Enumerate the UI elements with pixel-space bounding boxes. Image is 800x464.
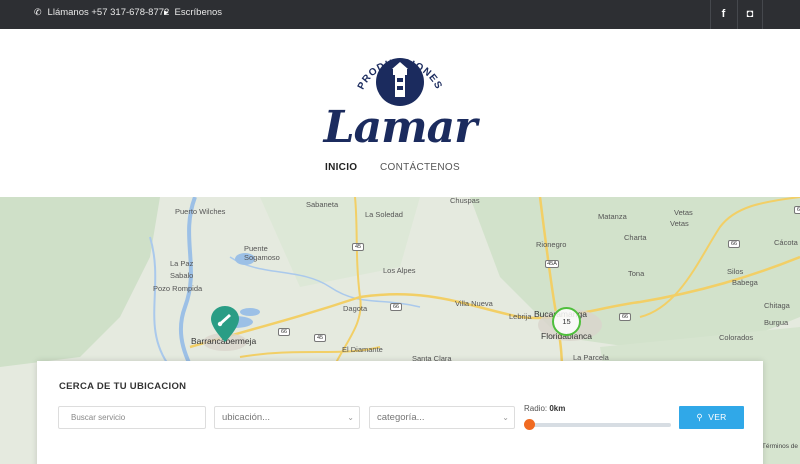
road-shield: 66 — [390, 303, 402, 311]
nearby-search-panel: CERCA DE TU UBICACION Buscar servicio ub… — [37, 361, 763, 464]
radius-label-text: Radio: — [524, 404, 548, 413]
map-label: Burgua — [764, 318, 789, 327]
nav-inicio[interactable]: INICIO — [325, 162, 357, 173]
instagram-icon[interactable]: ◘ — [737, 0, 763, 29]
road-shield: 66 — [794, 206, 800, 214]
map-label: Los Alpes — [383, 266, 416, 275]
map-label: Lebrija — [509, 312, 532, 321]
facebook-icon[interactable]: f — [710, 0, 736, 29]
map-label: La Soledad — [365, 210, 403, 219]
radius-value: 0km — [549, 404, 566, 413]
caret-right-icon: ▸ — [164, 7, 169, 17]
write-us-text: Escríbenos — [174, 7, 223, 18]
map-label: Colorados — [719, 333, 754, 342]
map-label: Sabaneta — [306, 200, 339, 209]
phone-link[interactable]: ✆ Llámanos +57 317-678-8772 — [34, 7, 169, 18]
map-label: La Paz — [170, 259, 194, 268]
map-label: Charta — [624, 233, 647, 242]
map-label: Matanza — [598, 212, 627, 221]
search-input[interactable]: Buscar servicio — [58, 406, 206, 429]
chevron-down-icon: ⌄ — [502, 413, 509, 422]
map-cluster-marker[interactable]: 15 — [552, 307, 581, 336]
category-select-value: categoría... — [377, 412, 425, 423]
radius-slider-track[interactable] — [525, 423, 671, 427]
map-label: El Diamante — [342, 345, 383, 354]
location-select-value: ubicación... — [222, 412, 271, 423]
road-shield: 66 — [278, 328, 290, 336]
map-label: Puerto Wilches — [175, 207, 226, 216]
road-shield: 66 — [619, 313, 631, 321]
road-shield: 45 — [352, 243, 364, 251]
ver-button[interactable]: ⚲ VER — [679, 406, 744, 429]
ver-button-label: VER — [708, 412, 727, 422]
map-label: Villa Nueva — [455, 299, 493, 308]
map-label: Vetas — [674, 208, 693, 217]
map-label: Chuspas — [450, 197, 480, 205]
chevron-down-icon: ⌄ — [347, 413, 354, 422]
map-label: Tona — [628, 269, 645, 278]
site-header: PRODUCCIONES Lamar INICIO CONTÁCTENOS — [0, 29, 800, 197]
nav-contactenos[interactable]: CONTÁCTENOS — [380, 162, 460, 173]
category-select[interactable]: categoría... ⌄ — [369, 406, 515, 429]
logo[interactable]: PRODUCCIONES Lamar — [320, 47, 480, 153]
location-select[interactable]: ubicación... ⌄ — [214, 406, 360, 429]
map-pin-icon[interactable] — [211, 306, 239, 342]
map-label: Dagota — [343, 304, 368, 313]
radius-label: Radio: 0km — [524, 404, 565, 413]
panel-title: CERCA DE TU UBICACION — [59, 381, 187, 392]
road-shield: 45 — [314, 334, 326, 342]
map-label: Rionegro — [536, 240, 567, 249]
map-label: Silos — [727, 267, 744, 276]
map-label: Cácota — [774, 238, 798, 247]
map-label: Vetas — [670, 219, 689, 228]
logo-lamar-text: Lamar — [323, 102, 478, 153]
road-shield: 66 — [728, 240, 740, 248]
map-label: Pozo Rompida — [153, 284, 203, 293]
phone-text: Llámanos +57 317-678-8772 — [47, 7, 170, 18]
map-label: Babega — [732, 278, 758, 287]
write-us-link[interactable]: ▸ Escríbenos — [164, 7, 222, 18]
phone-icon: ✆ — [34, 7, 42, 17]
map-label: Chitaga — [764, 301, 790, 310]
top-bar: ✆ Llámanos +57 317-678-8772 ▸ Escríbenos… — [0, 0, 800, 29]
road-shield: 45A — [545, 260, 559, 268]
map-label: Puente Sogamoso — [244, 244, 280, 262]
map-terms-link[interactable]: Términos de — [762, 443, 798, 450]
search-icon: ⚲ — [696, 412, 703, 422]
map-label: Sabalo — [170, 271, 194, 280]
lighthouse-logo-icon: PRODUCCIONES — [356, 57, 443, 106]
radius-slider-handle[interactable] — [524, 419, 535, 430]
